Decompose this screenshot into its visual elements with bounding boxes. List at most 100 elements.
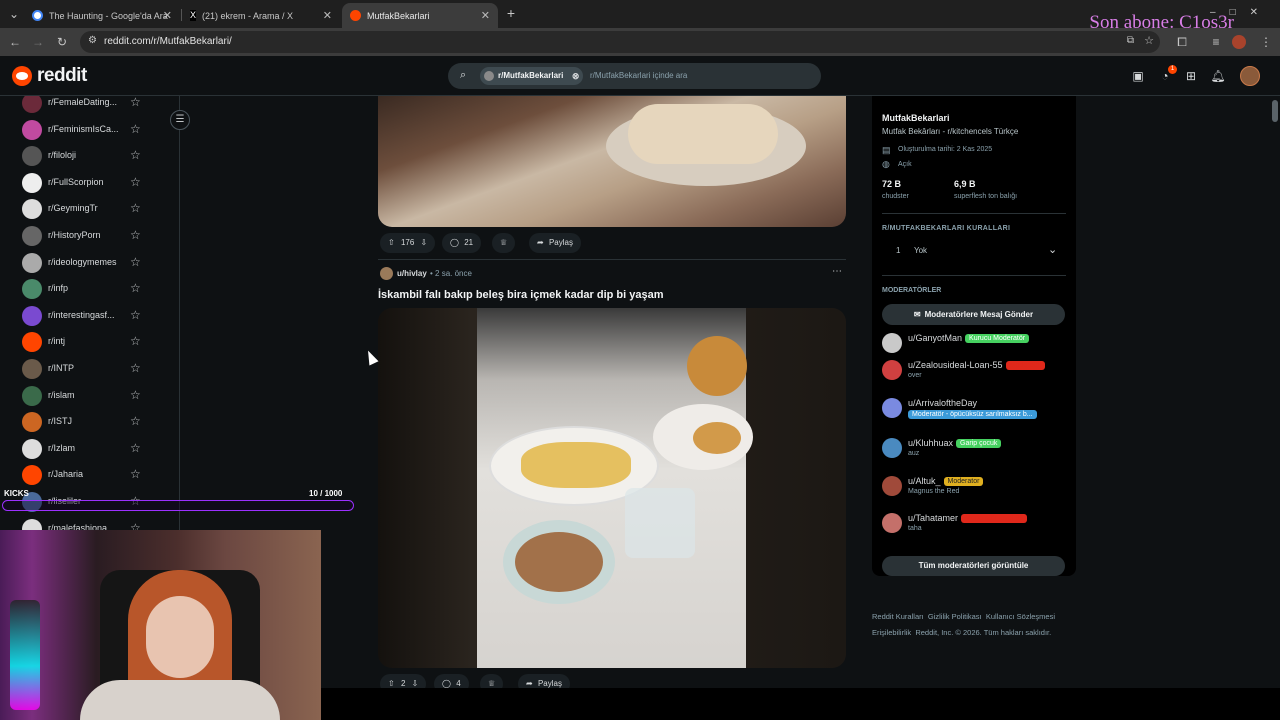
moderator-row[interactable]: u/Altuk_ Moderator Magnus the Red bbox=[882, 474, 1072, 504]
sidebar-item[interactable]: r/islam ☆ bbox=[22, 385, 172, 407]
moderator-row[interactable]: u/GanyotMan Kurucu Moderatör bbox=[882, 331, 1072, 361]
tab-search-icon[interactable]: ⌄ bbox=[6, 6, 22, 22]
reddit-logo-text[interactable]: reddit bbox=[37, 65, 87, 87]
post-1-comments-button[interactable]: ◯ 21 bbox=[442, 233, 482, 253]
post-2-comments: 4 bbox=[456, 679, 461, 688]
award-icon: ♕ bbox=[500, 238, 508, 247]
moderator-flair: Moderatör bbox=[1005, 361, 1046, 370]
scrollbar-thumb[interactable] bbox=[1272, 100, 1278, 122]
moderator-name[interactable]: u/Altuk_ bbox=[908, 476, 941, 486]
reading-list-icon[interactable]: ≡ bbox=[1208, 34, 1224, 50]
post-1-share-button[interactable]: ➦ Paylaş bbox=[529, 233, 581, 253]
favorite-star-icon[interactable]: ☆ bbox=[130, 201, 141, 215]
favorite-star-icon[interactable]: ☆ bbox=[130, 175, 141, 189]
collapse-sidebar-icon[interactable]: ☰ bbox=[170, 110, 190, 130]
favorite-star-icon[interactable]: ☆ bbox=[130, 255, 141, 269]
post-2-menu-icon[interactable]: ⋯ bbox=[832, 266, 842, 277]
reddit-logo-icon[interactable] bbox=[12, 66, 32, 86]
moderator-row[interactable]: u/ArrivaloftheDay Moderatör - öpücüksüz … bbox=[882, 396, 1072, 426]
new-tab-icon[interactable]: + bbox=[503, 5, 519, 21]
sidebar-item[interactable]: r/FullScorpion ☆ bbox=[22, 172, 172, 194]
favorite-star-icon[interactable]: ☆ bbox=[130, 361, 141, 375]
extensions-icon[interactable]: ⧠ bbox=[1174, 34, 1190, 50]
sidebar-item[interactable]: r/HistoryPorn ☆ bbox=[22, 225, 172, 247]
forward-arrow-icon[interactable]: → bbox=[30, 34, 46, 50]
upvote-icon[interactable]: ⇧ bbox=[388, 679, 395, 688]
view-all-mods-button[interactable]: Tüm moderatörleri görüntüle bbox=[882, 556, 1065, 576]
notifications-bell-icon[interactable]: 🔔︎ bbox=[1210, 68, 1226, 84]
moderator-row[interactable]: u/Tahatamer Moderatör level 99 taha bbox=[882, 511, 1072, 541]
sidebar-item[interactable]: r/Izlam ☆ bbox=[22, 438, 172, 460]
upvote-icon[interactable]: ⇧ bbox=[388, 238, 395, 247]
footer-link[interactable]: Erişilebilirlik bbox=[872, 628, 911, 637]
chip-close-icon[interactable]: ⊗ bbox=[572, 67, 580, 85]
favorite-star-icon[interactable]: ☆ bbox=[130, 228, 141, 242]
close-icon[interactable]: ✕ bbox=[481, 9, 490, 22]
advertise-icon[interactable]: ▣ bbox=[1130, 68, 1146, 84]
sidebar-item[interactable]: r/filoloji ☆ bbox=[22, 145, 172, 167]
community-avatar bbox=[22, 359, 42, 379]
message-mods-button[interactable]: ✉ Moderatörlere Mesaj Gönder bbox=[882, 304, 1065, 325]
favorite-star-icon[interactable]: ☆ bbox=[130, 467, 141, 481]
close-icon[interactable]: ✕ bbox=[323, 9, 332, 22]
post-2-author[interactable]: u/hivlay bbox=[397, 269, 427, 278]
page-scrollbar[interactable] bbox=[1270, 96, 1280, 688]
tab-mutfakbekarlari[interactable]: MutfakBekarlari ✕ bbox=[342, 3, 498, 28]
moderator-row[interactable]: u/Kluhhuax Garip çocuk auz bbox=[882, 436, 1072, 466]
moderator-name[interactable]: u/Kluhhuax bbox=[908, 438, 953, 448]
favorite-star-icon[interactable]: ☆ bbox=[130, 96, 141, 109]
site-info-icon[interactable]: ⚙ bbox=[88, 35, 97, 46]
sidebar-item[interactable]: r/intj ☆ bbox=[22, 331, 172, 353]
post-1-image[interactable] bbox=[378, 96, 846, 227]
sidebar-item[interactable]: r/INTP ☆ bbox=[22, 358, 172, 380]
user-avatar[interactable] bbox=[1240, 66, 1260, 86]
footer-link[interactable]: Reddit Kuralları bbox=[872, 612, 924, 621]
favorite-star-icon[interactable]: ☆ bbox=[130, 148, 141, 162]
moderator-name[interactable]: u/Tahatamer bbox=[908, 513, 958, 523]
post-1-vote-button[interactable]: ⇧ 176 ⇩ bbox=[380, 233, 436, 253]
footer-link[interactable]: Gizlilik Politikası bbox=[928, 612, 982, 621]
favorite-star-icon[interactable]: ☆ bbox=[130, 122, 141, 136]
bookmark-star-icon[interactable]: ☆ bbox=[1144, 34, 1154, 47]
tab-google[interactable]: The Haunting - Google'da Ara ✕ bbox=[24, 3, 180, 28]
downvote-icon[interactable]: ⇩ bbox=[412, 679, 419, 688]
favorite-star-icon[interactable]: ☆ bbox=[130, 388, 141, 402]
post-2-image[interactable] bbox=[378, 308, 846, 668]
moderator-name[interactable]: u/GanyotMan bbox=[908, 333, 962, 343]
sidebar-item[interactable]: r/ideologymemes ☆ bbox=[22, 252, 172, 274]
moderator-name[interactable]: u/Zealousideal-Loan-55 bbox=[908, 360, 1003, 370]
tab-x[interactable]: X (21) ekrem - Arama / X ✕ bbox=[182, 3, 340, 28]
chevron-down-icon[interactable]: ⌄ bbox=[1048, 243, 1057, 256]
profile-avatar[interactable] bbox=[1232, 35, 1246, 49]
moderator-name[interactable]: u/ArrivaloftheDay bbox=[908, 398, 977, 408]
moderator-row[interactable]: u/Zealousideal-Loan-55 Moderatör over bbox=[882, 358, 1072, 388]
rule-item[interactable]: 1 Yok ⌄ bbox=[882, 240, 1066, 262]
post-2-author-avatar[interactable] bbox=[380, 267, 393, 280]
favorite-star-icon[interactable]: ☆ bbox=[130, 414, 141, 428]
sidebar-item[interactable]: r/ISTJ ☆ bbox=[22, 411, 172, 433]
favorite-star-icon[interactable]: ☆ bbox=[130, 334, 141, 348]
install-icon[interactable]: ⧉ bbox=[1127, 35, 1134, 46]
sidebar-item[interactable]: r/GeymingTr ☆ bbox=[22, 198, 172, 220]
favorite-star-icon[interactable]: ☆ bbox=[130, 281, 141, 295]
favorite-star-icon[interactable]: ☆ bbox=[130, 441, 141, 455]
sidebar-item[interactable]: r/FemaleDating... ☆ bbox=[22, 96, 172, 114]
downvote-icon[interactable]: ⇩ bbox=[421, 238, 428, 247]
browser-menu-icon[interactable]: ⋮ bbox=[1258, 34, 1274, 50]
favorite-star-icon[interactable]: ☆ bbox=[130, 308, 141, 322]
sidebar-item[interactable]: r/Jaharia ☆ bbox=[22, 464, 172, 486]
close-icon[interactable]: ✕ bbox=[163, 9, 172, 22]
omnibox[interactable]: ⚙ reddit.com/r/MutfakBekarlari/ ⧉ ☆ bbox=[80, 31, 1160, 53]
sidebar-item[interactable]: r/infp ☆ bbox=[22, 278, 172, 300]
back-arrow-icon[interactable]: ← bbox=[7, 34, 23, 50]
search-community-chip[interactable]: r/MutfakBekarlari ⊗ bbox=[480, 67, 584, 85]
sidebar-item[interactable]: r/FeminismIsCa... ☆ bbox=[22, 119, 172, 141]
sidebar-item[interactable]: r/interestingasf... ☆ bbox=[22, 305, 172, 327]
footer-copyright: Reddit, Inc. © 2026. Tüm hakları saklıdı… bbox=[915, 628, 1052, 637]
post-2-title[interactable]: İskambil falı bakıp beleş bira içmek kad… bbox=[378, 289, 664, 301]
post-1-award-button[interactable]: ♕ bbox=[492, 233, 516, 253]
reload-icon[interactable]: ↻ bbox=[54, 34, 70, 50]
search-input[interactable]: r/MutfakBekarlari içinde ara bbox=[590, 71, 687, 80]
create-post-icon[interactable]: ⊞ bbox=[1183, 68, 1199, 84]
footer-link[interactable]: Kullanıcı Sözleşmesi bbox=[986, 612, 1055, 621]
